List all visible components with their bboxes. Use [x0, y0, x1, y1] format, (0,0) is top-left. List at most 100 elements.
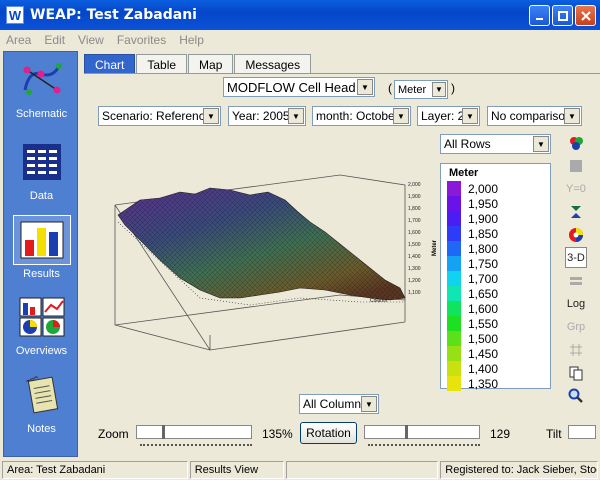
legend-swatch [447, 181, 461, 196]
legend-entry: 1,950 [447, 196, 498, 211]
tilt-slider[interactable] [568, 425, 596, 439]
minimize-button[interactable] [529, 5, 550, 26]
z-axis-label: Meter [432, 239, 438, 256]
zoom-slider[interactable] [136, 425, 252, 439]
tab-chart[interactable]: Chart [84, 54, 136, 74]
menu-favorites[interactable]: Favorites [117, 33, 166, 47]
legend-entry: 1,750 [447, 256, 498, 271]
legend-value: 1,650 [468, 286, 499, 301]
copy-icon[interactable] [565, 362, 587, 383]
chevron-down-icon: ▼ [564, 108, 580, 124]
sidebar-item-notes[interactable]: Notes [4, 375, 79, 435]
rotation-slider[interactable] [364, 425, 480, 439]
legend-value: 1,400 [468, 361, 499, 376]
color-wheel-icon[interactable] [565, 224, 587, 245]
sidebar-label-overviews: Overviews [15, 345, 68, 357]
zoom-label: Zoom [98, 427, 129, 441]
bars-icon[interactable] [565, 270, 587, 291]
menu-help[interactable]: Help [179, 33, 204, 47]
layer-select[interactable]: Layer: 2 ▼ [417, 106, 480, 126]
chevron-down-icon: ▼ [393, 108, 409, 124]
weap-app-icon[interactable]: W [6, 6, 24, 24]
tab-map[interactable]: Map [188, 54, 234, 74]
surface-chart[interactable]: 2,000 1,900 1,800 1,700 1,600 1,500 1,400 1,300… [100, 160, 440, 355]
chevron-down-icon: ▼ [357, 79, 373, 95]
sidebar-item-schematic[interactable]: Schematic [4, 60, 79, 120]
legend-swatch [447, 301, 461, 316]
group-button[interactable]: Grp [565, 316, 587, 337]
y-zero-button[interactable]: Y=0 [565, 178, 587, 199]
menu-area[interactable]: Area [6, 33, 31, 47]
z-axis-tick-label: 1,700 [408, 218, 421, 224]
chevron-down-icon: ▼ [462, 108, 478, 124]
legend-value: 2,000 [468, 181, 499, 196]
schematic-icon [23, 63, 62, 95]
legend-title: Meter [449, 167, 479, 179]
log-scale-button[interactable]: Log [565, 293, 587, 314]
z-axis-tick-label: 1,200 [408, 278, 421, 284]
maximize-icon [557, 10, 568, 21]
unit-select[interactable]: Meter ▼ [394, 80, 448, 99]
menu-bar: Area Edit View Favorites Help [0, 30, 600, 50]
legend-swatch [447, 271, 461, 286]
grid-icon[interactable] [565, 339, 587, 360]
sidebar-item-overviews[interactable]: Overviews [4, 297, 79, 357]
comparison-select[interactable]: No comparison ▼ [487, 106, 582, 126]
status-bar: Area: Test Zabadani Results View Registe… [0, 460, 600, 480]
scenario-select[interactable]: Scenario: Reference ▼ [98, 106, 221, 126]
z-axis-tick-label: 2,000 [408, 182, 421, 188]
sidebar-item-results[interactable]: Results [4, 215, 79, 280]
view-tabs: Chart Table Map Messages [84, 54, 312, 74]
z-axis: 2,000 1,900 1,800 1,700 1,600 1,500 1,400 1,300… [408, 182, 421, 296]
month-select[interactable]: month: October ▼ [312, 106, 411, 126]
maximize-button[interactable] [552, 5, 573, 26]
variable-select[interactable]: MODFLOW Cell Head ▼ [223, 77, 375, 97]
tab-messages[interactable]: Messages [234, 54, 312, 74]
rows-select[interactable]: All Rows ▼ [440, 134, 551, 154]
zoom-icon[interactable] [565, 385, 587, 406]
sidebar-label-data: Data [29, 190, 54, 202]
legend-value: 1,800 [468, 241, 499, 256]
zoom-slider-thumb[interactable] [161, 425, 165, 439]
x-axis-label: Column [370, 298, 387, 304]
view-sidebar: Schematic Data Results Overviews Notes [3, 51, 78, 457]
year-select[interactable]: Year: 2005 ▼ [228, 106, 306, 126]
legend-entry: 1,400 [447, 361, 498, 376]
legend-swatch [447, 286, 461, 301]
legend-entry: 1,800 [447, 241, 498, 256]
columns-select[interactable]: All Columns ▼ [299, 394, 379, 414]
z-axis-tick-label: 1,500 [408, 242, 421, 248]
sidebar-label-notes: Notes [27, 423, 56, 435]
data-icon [22, 144, 61, 180]
legend-value: 1,900 [468, 211, 499, 226]
rotation-slider-thumb[interactable] [405, 425, 409, 439]
sidebar-item-data[interactable]: Data [4, 142, 79, 202]
legend-entry: 1,900 [447, 211, 498, 226]
menu-view[interactable]: View [78, 33, 104, 47]
tab-table[interactable]: Table [136, 54, 188, 74]
legend-swatch [447, 211, 461, 226]
z-axis-tick-label: 1,900 [408, 194, 421, 200]
menu-edit[interactable]: Edit [44, 33, 65, 47]
legend-entry: 1,850 [447, 226, 498, 241]
legend-entry: 1,650 [447, 286, 498, 301]
notes-icon [25, 376, 58, 414]
legend-swatch [447, 316, 461, 331]
chevron-down-icon: ▼ [432, 82, 446, 97]
overviews-icon [19, 297, 64, 337]
unit-value: Meter [398, 83, 427, 96]
zoom-slider-ticks [140, 444, 252, 448]
chart-toolbar: Y=0 3-D Log Grp [565, 132, 589, 408]
legend-value: 1,950 [468, 196, 499, 211]
sort-icon[interactable] [565, 201, 587, 222]
close-button[interactable] [575, 5, 596, 26]
palette-icon[interactable] [565, 132, 587, 153]
rotation-button[interactable]: Rotation [300, 422, 357, 444]
3d-toggle-button[interactable]: 3-D [565, 247, 587, 268]
rows-value: All Rows [444, 137, 491, 151]
columns-value: All Columns [303, 397, 368, 411]
status-area: Area: Test Zabadani [2, 461, 188, 479]
legend-value: 1,500 [468, 331, 499, 346]
window-title: WEAP: Test Zabadani [30, 7, 197, 23]
square-icon[interactable] [565, 155, 587, 176]
